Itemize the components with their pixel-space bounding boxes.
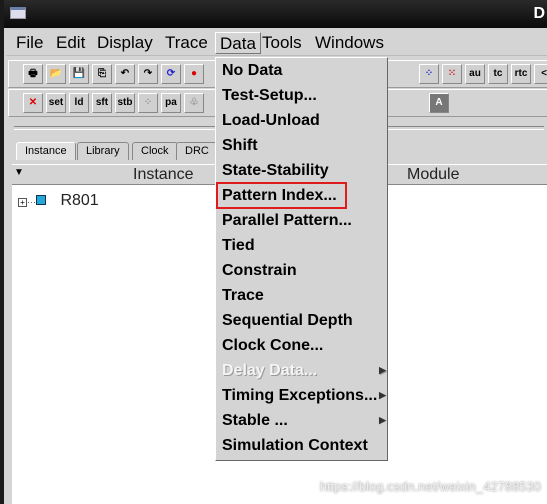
submenu-arrow-icon: ▶ <box>379 365 386 375</box>
net-icon[interactable]: ⁘ <box>419 64 439 84</box>
menu-item-label: No Data <box>222 62 283 79</box>
redo-icon[interactable]: ↷ <box>138 64 158 84</box>
title-bar: D <box>4 0 547 28</box>
menu-display[interactable]: Display <box>93 32 157 54</box>
menu-item-test-setup[interactable]: Test-Setup... <box>222 83 384 108</box>
save-icon[interactable]: 💾 <box>69 64 89 84</box>
menu-edit[interactable]: Edit <box>52 32 89 54</box>
menu-item-label: State-Stability <box>222 162 329 179</box>
tab-drc[interactable]: DRC <box>176 142 218 160</box>
menu-item-label: Stable ... <box>222 412 288 429</box>
text-annotation-icon[interactable]: A <box>429 93 449 113</box>
tab-library[interactable]: Library <box>77 142 129 160</box>
menu-item-clock-cone[interactable]: Clock Cone... <box>222 333 384 358</box>
menu-item-state-stability[interactable]: State-Stability <box>222 158 384 183</box>
trace-icon[interactable]: ♧ <box>184 93 204 113</box>
menu-item-label: Shift <box>222 137 258 154</box>
menu-item-load-unload[interactable]: Load-Unload <box>222 108 384 133</box>
stop-icon[interactable]: ● <box>184 64 204 84</box>
watermark: https://blog.csdn.net/weixin_42788530 <box>319 479 541 494</box>
clear-data-icon[interactable]: ✕ <box>23 93 43 113</box>
window-icon[interactable] <box>10 7 26 19</box>
menu-file[interactable]: File <box>12 32 47 54</box>
menu-bar: File Edit Display Trace Data Tools Windo… <box>6 29 547 56</box>
tab-clock[interactable]: Clock <box>132 142 178 160</box>
menu-item-label: Sequential Depth <box>222 312 353 329</box>
column-module[interactable]: Module <box>407 166 459 184</box>
menu-data[interactable]: Data <box>215 32 261 54</box>
sft-button[interactable]: sft <box>92 93 112 113</box>
window-title: D <box>533 5 545 22</box>
data-menu: No Data Test-Setup... Load-Unload Shift Stat… <box>215 57 388 461</box>
pa-button[interactable]: pa <box>161 93 181 113</box>
module-icon <box>36 195 46 205</box>
submenu-arrow-icon: ▶ <box>379 415 386 425</box>
menu-item-timing-exceptions[interactable]: Timing Exceptions... ▶ <box>222 383 386 408</box>
tc-icon[interactable]: tc <box>488 64 508 84</box>
menu-item-label: Test-Setup... <box>222 87 317 104</box>
rtc-icon[interactable]: rtc <box>511 64 531 84</box>
expand-icon[interactable]: + <box>18 198 27 207</box>
menu-item-parallel-pattern[interactable]: Parallel Pattern... <box>222 208 384 233</box>
menu-item-label: Parallel Pattern... <box>222 212 352 229</box>
menu-item-label: Delay Data... <box>222 362 318 379</box>
column-menu-icon[interactable]: ▼ <box>14 167 24 178</box>
menu-item-label: Clock Cone... <box>222 337 324 354</box>
menu-item-constrain[interactable]: Constrain <box>222 258 384 283</box>
print-icon[interactable]: 🖶 <box>23 64 43 84</box>
menu-item-label: Trace <box>222 287 264 304</box>
au-icon[interactable]: au <box>465 64 485 84</box>
tab-instance[interactable]: Instance <box>16 142 76 160</box>
instance-name: R801 <box>60 192 99 209</box>
menu-item-label: Constrain <box>222 262 297 279</box>
menu-item-label: Simulation Context <box>222 437 368 454</box>
net-x-icon[interactable]: ⁙ <box>442 64 462 84</box>
open-folder-icon[interactable]: 📂 <box>46 64 66 84</box>
highlight-box <box>216 182 347 209</box>
copy-icon[interactable]: ⎘ <box>92 64 112 84</box>
menu-item-delay-data[interactable]: Delay Data... ▶ <box>222 358 386 383</box>
ld-button[interactable]: ld <box>69 93 89 113</box>
column-instance[interactable]: Instance <box>133 166 193 184</box>
set-button[interactable]: set <box>46 93 66 113</box>
menu-item-label: Timing Exceptions... <box>222 387 378 404</box>
menu-item-tied[interactable]: Tied <box>222 233 384 258</box>
submenu-arrow-icon: ▶ <box>379 390 386 400</box>
refresh-icon[interactable]: ⟳ <box>161 64 181 84</box>
menu-item-no-data[interactable]: No Data <box>222 58 384 83</box>
menu-windows[interactable]: Windows <box>311 32 388 54</box>
menu-item-trace[interactable]: Trace <box>222 283 384 308</box>
menu-item-label: Tied <box>222 237 255 254</box>
menu-item-simulation-context[interactable]: Simulation Context <box>222 433 384 458</box>
menu-item-shift[interactable]: Shift <box>222 133 384 158</box>
table-row[interactable]: + ··· R801 <box>18 192 99 210</box>
stb-button[interactable]: stb <box>115 93 135 113</box>
menu-item-label: Load-Unload <box>222 112 320 129</box>
undo-icon[interactable]: ↶ <box>115 64 135 84</box>
menu-tools[interactable]: Tools <box>258 32 306 54</box>
cell-icon[interactable]: < <box>534 64 547 84</box>
menu-trace[interactable]: Trace <box>161 32 212 54</box>
disabled-data-icon[interactable]: ⁘ <box>138 93 158 113</box>
menu-item-stable[interactable]: Stable ... ▶ <box>222 408 386 433</box>
menu-item-sequential-depth[interactable]: Sequential Depth <box>222 308 384 333</box>
